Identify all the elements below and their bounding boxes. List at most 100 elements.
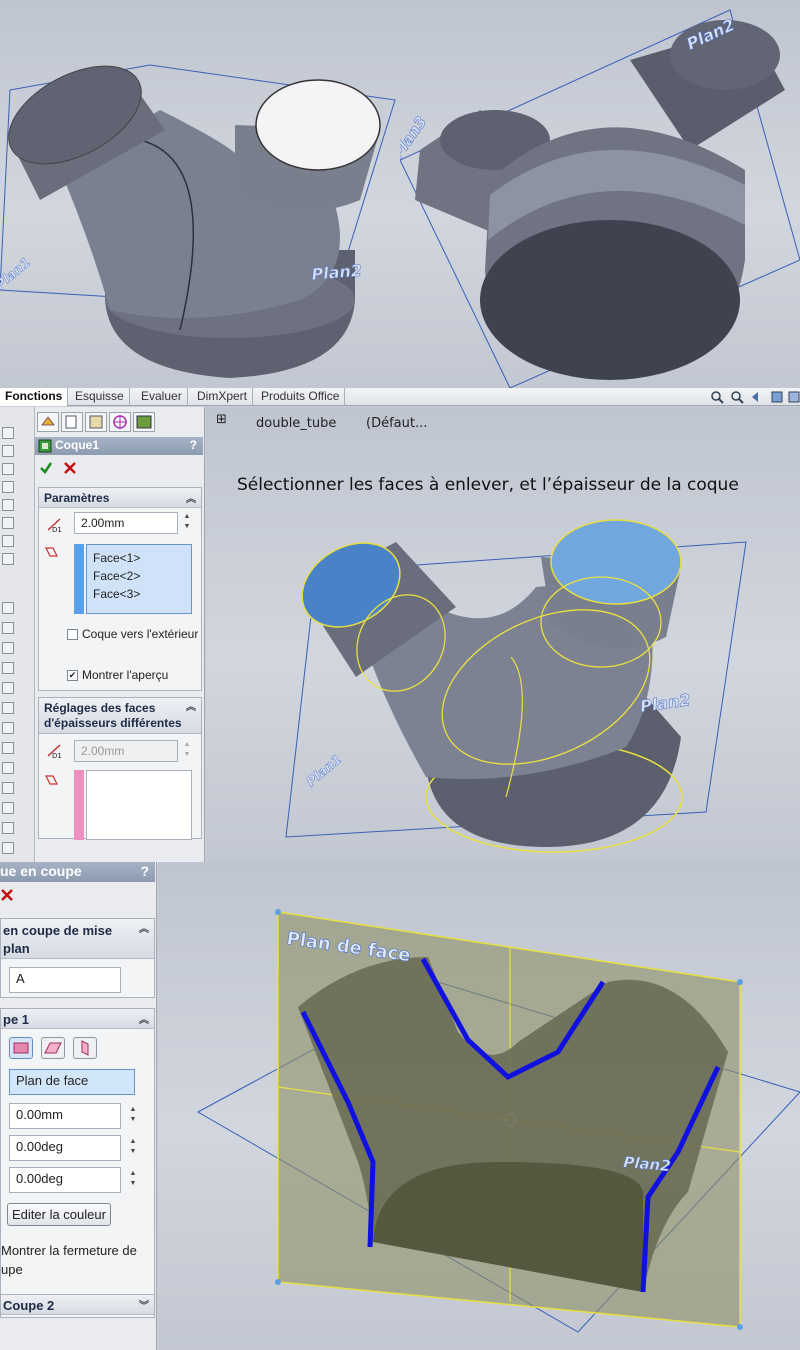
section2-header[interactable]: Coupe 2 ︾	[1, 1295, 154, 1315]
reference-plane-input[interactable]: Plan de face	[9, 1069, 135, 1095]
multi-thickness-dimension-icon: D1	[47, 744, 62, 760]
viewport-top-left[interactable]: Plan2 Plan1	[0, 0, 400, 388]
tab-evaluer[interactable]: Evaluer	[136, 388, 188, 406]
section-name-input[interactable]: A	[9, 967, 121, 993]
feature-icon[interactable]	[2, 535, 14, 547]
help-button[interactable]: ?	[190, 438, 197, 452]
angle-x-input[interactable]: 0.00deg	[9, 1135, 121, 1161]
feature-icon[interactable]	[2, 553, 14, 565]
model-render-bottom: Plan de face Plan2	[196, 909, 800, 1333]
feature-icon[interactable]	[2, 445, 14, 457]
display-manager-tab[interactable]	[133, 412, 155, 432]
feature-icon[interactable]	[2, 499, 14, 511]
drum-face	[480, 220, 740, 380]
thickness-dimension-icon: D1	[47, 518, 62, 534]
multi-thickness-stepper[interactable]: ▲ ▼	[181, 740, 193, 762]
cancel-x-icon[interactable]	[0, 888, 14, 902]
front-plane-icon[interactable]	[9, 1037, 33, 1059]
edit-color-button[interactable]: Editer la couleur	[7, 1203, 111, 1226]
shell-outward-option[interactable]: Coque vers l'extérieur	[67, 626, 199, 642]
face-item[interactable]: Face<2>	[93, 567, 185, 585]
selected-face-right[interactable]	[550, 519, 682, 605]
previous-view-icon[interactable]	[750, 390, 764, 404]
feature-icon[interactable]	[2, 822, 14, 834]
feature-icon[interactable]	[2, 602, 14, 614]
thickness-input[interactable]: 2.00mm	[74, 512, 178, 534]
feature-icon[interactable]	[2, 682, 14, 694]
show-preview-option[interactable]: ✔ Montrer l'aperçu	[67, 668, 199, 682]
offset-stepper[interactable]: ▲ ▼	[127, 1105, 139, 1127]
shell-feature-icon	[38, 439, 52, 453]
feature-icon[interactable]	[2, 762, 14, 774]
zoom-area-icon[interactable]	[730, 390, 744, 404]
show-preview-checkbox[interactable]: ✔	[67, 670, 78, 682]
feature-manager-tab[interactable]	[37, 412, 59, 432]
manager-tabs	[35, 412, 205, 432]
angle-y-stepper[interactable]: ▲ ▼	[127, 1169, 139, 1191]
feature-icon[interactable]	[2, 702, 14, 714]
offset-input[interactable]: 0.00mm	[9, 1103, 121, 1129]
angle-y-input[interactable]: 0.00deg	[9, 1167, 121, 1193]
feature-icon[interactable]	[2, 622, 14, 634]
collapse-chevron-icon[interactable]: ︽	[186, 490, 196, 505]
shell-outward-checkbox[interactable]	[67, 629, 78, 641]
section1-header[interactable]: pe 1 ︽	[1, 1009, 154, 1029]
view-orientation-icon[interactable]	[788, 390, 800, 404]
feature-icon[interactable]	[2, 463, 14, 475]
angle-x-stepper[interactable]: ▲ ▼	[127, 1137, 139, 1159]
tab-produits-office[interactable]: Produits Office	[256, 388, 346, 406]
faces-to-remove-icon	[45, 547, 58, 557]
help-button[interactable]: ?	[140, 863, 149, 879]
document-section-header[interactable]: en coupe de mise plan ︽	[1, 919, 154, 959]
expand-chevron-icon[interactable]: ︾	[139, 1297, 149, 1312]
collapse-chevron-icon[interactable]: ︽	[139, 921, 149, 939]
show-cap-label-2: upe	[1, 1262, 23, 1277]
multi-faces-icon	[45, 775, 58, 785]
show-section-cap-option[interactable]: Montrer la fermeture de upe	[1, 1241, 153, 1279]
plane-label-left: Plan1	[0, 255, 34, 293]
feature-icon[interactable]	[2, 742, 14, 754]
face-item[interactable]: Face<3>	[93, 585, 185, 603]
tab-dimxpert[interactable]: DimXpert	[192, 388, 254, 406]
model-render-top-right: Plan2 Plan3	[400, 9, 800, 388]
svg-text:D1: D1	[52, 752, 62, 760]
section2-group: Coupe 2 ︾	[0, 1294, 155, 1318]
tree-expand-icon[interactable]: ⊞	[216, 412, 227, 427]
feature-tree-root[interactable]: double_tube	[256, 416, 336, 431]
multi-thickness-input[interactable]: 2.00mm	[74, 740, 178, 762]
shell-outward-label: Coque vers l'extérieur	[82, 627, 199, 641]
tab-fonctions[interactable]: Fonctions	[0, 388, 69, 406]
feature-icon[interactable]	[2, 642, 14, 654]
feature-icon[interactable]	[2, 842, 14, 854]
feature-icon[interactable]	[2, 517, 14, 529]
multi-thickness-header[interactable]: Réglages des faces d'épaisseurs différen…	[39, 698, 201, 734]
face-item[interactable]: Face<1>	[93, 549, 185, 567]
feature-icon[interactable]	[2, 782, 14, 794]
feature-title-text: Coque1	[55, 438, 100, 452]
feature-icon[interactable]	[2, 481, 14, 493]
parameters-header[interactable]: Paramètres ︽	[39, 488, 201, 508]
faces-selection-list[interactable]: Face<1> Face<2> Face<3>	[86, 544, 192, 614]
zoom-fit-icon[interactable]	[710, 390, 724, 404]
dimxpert-manager-tab[interactable]	[109, 412, 131, 432]
multi-thickness-section: Réglages des faces d'épaisseurs différen…	[38, 697, 202, 840]
feature-icon[interactable]	[2, 722, 14, 734]
top-plane-icon[interactable]	[41, 1037, 65, 1059]
tab-esquisse[interactable]: Esquisse	[70, 388, 130, 406]
configuration-manager-tab[interactable]	[85, 412, 107, 432]
multi-faces-selection-list[interactable]	[86, 770, 192, 840]
ok-check-icon[interactable]	[39, 461, 53, 475]
viewport-bottom[interactable]: Plan de face Plan2	[158, 862, 800, 1350]
property-manager-tab[interactable]	[61, 412, 83, 432]
viewport-top-right[interactable]: Plan2 Plan3	[400, 0, 800, 388]
multi-selection-color-bar	[74, 770, 84, 840]
feature-icon[interactable]	[2, 427, 14, 439]
thickness-stepper[interactable]: ▲ ▼	[181, 512, 193, 534]
section-view-icon[interactable]	[770, 390, 784, 404]
collapse-chevron-icon[interactable]: ︽	[139, 1011, 149, 1026]
cancel-x-icon[interactable]	[63, 461, 77, 475]
feature-icon[interactable]	[2, 662, 14, 674]
feature-icon[interactable]	[2, 802, 14, 814]
right-plane-icon[interactable]	[73, 1037, 97, 1059]
collapse-chevron-icon[interactable]: ︽	[186, 700, 196, 715]
